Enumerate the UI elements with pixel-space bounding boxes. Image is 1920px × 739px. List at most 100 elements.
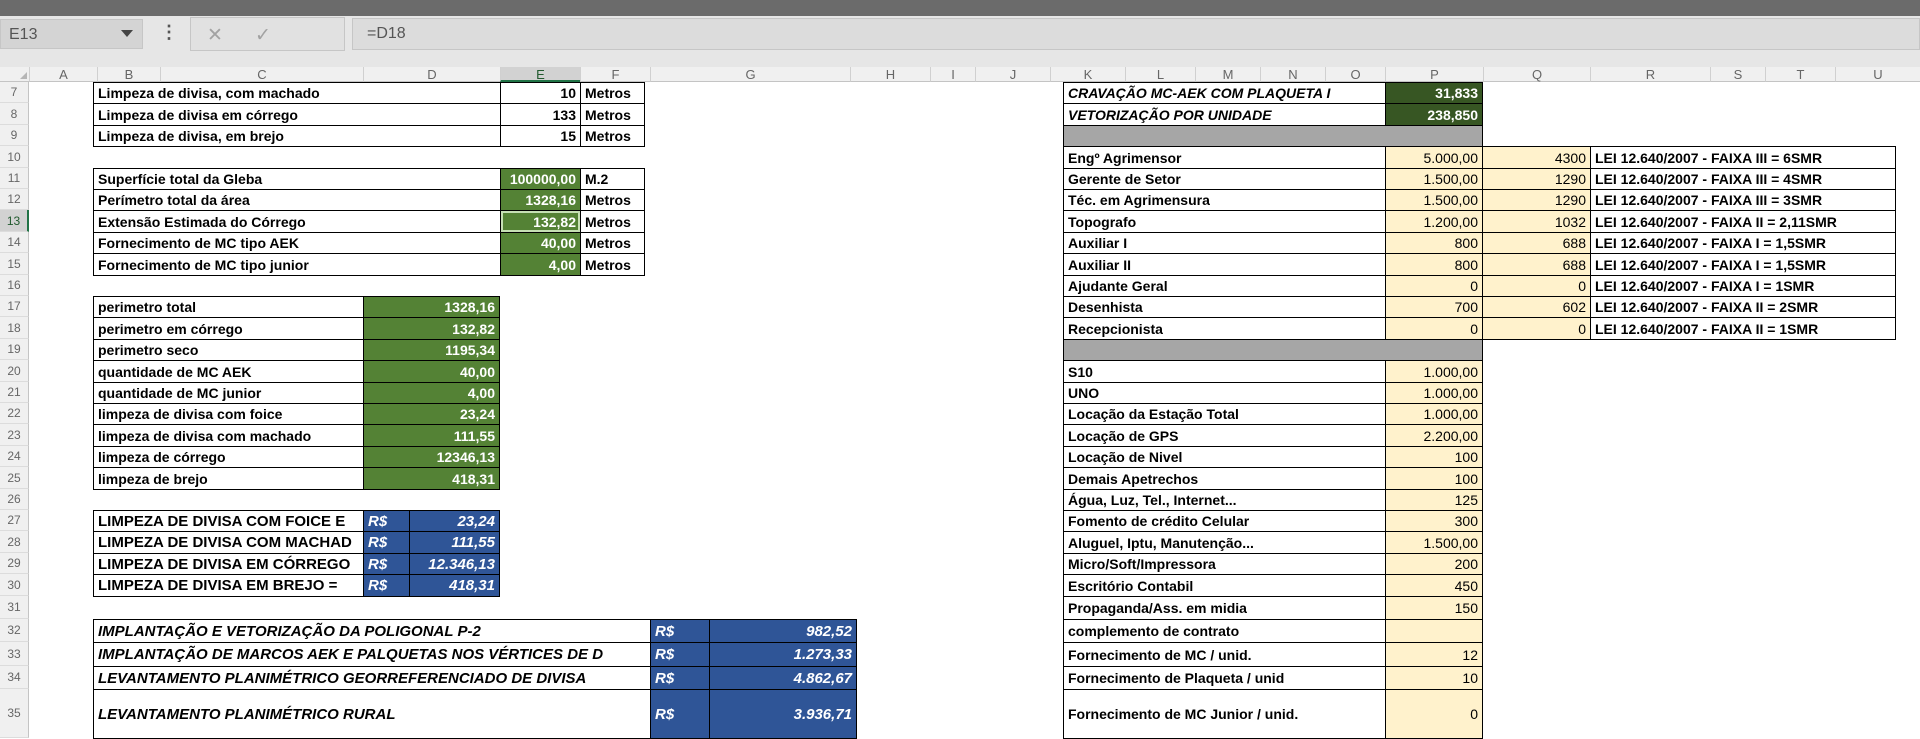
servico-value[interactable]: 3.936,71	[709, 689, 857, 739]
salario-liquido[interactable]: 0	[1482, 275, 1591, 297]
custo-label[interactable]: Locação de GPS	[1063, 424, 1386, 447]
row-header-17[interactable]: 17	[0, 296, 29, 317]
custo-label[interactable]: Água, Luz, Tel., Internet...	[1063, 489, 1386, 511]
custo-value[interactable]: 1.000,00	[1385, 382, 1483, 404]
custo-value[interactable]: 150	[1385, 596, 1483, 620]
custo-label[interactable]: Demais Apetrechos	[1063, 467, 1386, 490]
column-header-t[interactable]: T	[1765, 67, 1835, 82]
gleba-label[interactable]: Fornecimento de MC tipo junior	[93, 253, 501, 276]
limpeza-value[interactable]: 15	[500, 125, 581, 147]
servico-label[interactable]: LEVANTAMENTO PLANIMÉTRICO GEORREFERENCIA…	[93, 666, 651, 690]
salario-liquido[interactable]: 0	[1482, 317, 1591, 340]
column-header-f[interactable]: F	[580, 67, 650, 82]
currency-label[interactable]: R$	[363, 553, 410, 575]
row-header-30[interactable]: 30	[0, 574, 29, 596]
salario-label[interactable]: Ajudante Geral	[1063, 275, 1386, 297]
salario-lei[interactable]: LEI 12.640/2007 - FAIXA II = 1SMR	[1590, 317, 1896, 340]
cravacao-value[interactable]: 238,850	[1385, 103, 1483, 126]
row-header-8[interactable]: 8	[0, 103, 29, 125]
limpeza-label[interactable]: Limpeza de divisa em córrego	[93, 103, 501, 126]
row-header-10[interactable]: 10	[0, 146, 29, 168]
row-header-25[interactable]: 25	[0, 467, 29, 489]
row-header-7[interactable]: 7	[0, 82, 29, 103]
column-header-p[interactable]: P	[1385, 67, 1483, 82]
salario-value[interactable]: 800	[1385, 232, 1483, 254]
custo-value[interactable]: 300	[1385, 510, 1483, 532]
limpeza-rs-value[interactable]: 23,24	[409, 510, 500, 532]
custo-value[interactable]: 2.200,00	[1385, 424, 1483, 447]
custo-value[interactable]: 1.000,00	[1385, 403, 1483, 425]
gleba-value[interactable]: 40,00	[500, 232, 581, 254]
row-header-9[interactable]: 9	[0, 125, 29, 146]
salario-lei[interactable]: LEI 12.640/2007 - FAIXA III = 3SMR	[1590, 189, 1896, 211]
salario-value[interactable]: 0	[1385, 317, 1483, 340]
row-header-24[interactable]: 24	[0, 446, 29, 467]
salario-liquido[interactable]: 1032	[1482, 210, 1591, 233]
salario-value[interactable]: 0	[1385, 275, 1483, 297]
more-options-icon[interactable]: ⋮	[160, 22, 178, 43]
column-header-g[interactable]: G	[650, 67, 850, 82]
custo-label[interactable]: Escritório Contabil	[1063, 574, 1386, 597]
currency-label[interactable]: R$	[363, 574, 410, 597]
cancel-icon[interactable]: ✕	[207, 24, 223, 47]
gleba-unit[interactable]: M.2	[580, 168, 645, 190]
salario-lei[interactable]: LEI 12.640/2007 - FAIXA III = 4SMR	[1590, 168, 1896, 190]
custo-label[interactable]: Propaganda/Ass. em midia	[1063, 596, 1386, 620]
salario-value[interactable]: 700	[1385, 296, 1483, 318]
separator-bar[interactable]	[1063, 339, 1483, 361]
limpeza-unit[interactable]: Metros	[580, 82, 645, 104]
limpeza-value[interactable]: 133	[500, 103, 581, 126]
column-header-q[interactable]: Q	[1483, 67, 1590, 82]
row-header-14[interactable]: 14	[0, 232, 29, 253]
servico-label[interactable]: IMPLANTAÇÃO E VETORIZAÇÃO DA POLIGONAL P…	[93, 619, 651, 643]
limpeza-unit[interactable]: Metros	[580, 125, 645, 147]
row-header-20[interactable]: 20	[0, 360, 29, 382]
row-header-33[interactable]: 33	[0, 642, 29, 666]
salario-lei[interactable]: LEI 12.640/2007 - FAIXA III = 6SMR	[1590, 146, 1896, 169]
custo-label[interactable]: Fornecimento de MC / unid.	[1063, 642, 1386, 667]
gleba-unit[interactable]: Metros	[580, 232, 645, 254]
custo-value[interactable]: 12	[1385, 642, 1483, 667]
currency-label[interactable]: R$	[650, 666, 710, 690]
gleba-label[interactable]: Perímetro total da área	[93, 189, 501, 211]
servico-label[interactable]: LEVANTAMENTO PLANIMÉTRICO RURAL	[93, 689, 651, 739]
limpeza-rs-label[interactable]: LIMPEZA DE DIVISA COM MACHAD	[93, 531, 364, 554]
servico-value[interactable]: 1.273,33	[709, 642, 857, 667]
salario-value[interactable]: 1.500,00	[1385, 168, 1483, 190]
column-header-u[interactable]: U	[1835, 67, 1920, 82]
row-header-19[interactable]: 19	[0, 339, 29, 360]
salario-label[interactable]: Téc. em Agrimensura	[1063, 189, 1386, 211]
name-box[interactable]: E13	[0, 19, 143, 49]
salario-liquido[interactable]: 602	[1482, 296, 1591, 318]
gleba-value[interactable]: 100000,00	[500, 168, 581, 190]
custo-label[interactable]: Micro/Soft/Impressora	[1063, 553, 1386, 575]
limpeza-unit[interactable]: Metros	[580, 103, 645, 126]
chevron-down-icon[interactable]	[121, 30, 133, 37]
salario-lei[interactable]: LEI 12.640/2007 - FAIXA II = 2,11SMR	[1590, 210, 1896, 233]
column-header-n[interactable]: N	[1260, 67, 1325, 82]
row-header-16[interactable]: 16	[0, 275, 29, 296]
column-header-a[interactable]: A	[29, 67, 97, 82]
column-header-s[interactable]: S	[1710, 67, 1765, 82]
salario-label[interactable]: Gerente de Setor	[1063, 168, 1386, 190]
perimetro-value[interactable]: 111,55	[363, 424, 500, 447]
salario-lei[interactable]: LEI 12.640/2007 - FAIXA I = 1,5SMR	[1590, 253, 1896, 276]
currency-label[interactable]: R$	[650, 689, 710, 739]
currency-label[interactable]: R$	[650, 642, 710, 667]
column-header-e[interactable]: E	[500, 67, 580, 82]
perimetro-value[interactable]: 1328,16	[363, 296, 500, 318]
perimetro-label[interactable]: limpeza de brejo	[93, 467, 364, 490]
custo-label[interactable]: Aluguel, Iptu, Manutenção...	[1063, 531, 1386, 554]
custo-label[interactable]: complemento de contrato	[1063, 619, 1386, 643]
salario-label[interactable]: Recepcionista	[1063, 317, 1386, 340]
perimetro-value[interactable]: 40,00	[363, 360, 500, 383]
formula-input[interactable]: =D18	[352, 18, 1920, 50]
gleba-value[interactable]: 132,82	[500, 210, 581, 233]
custo-label[interactable]: Fomento de crédito Celular	[1063, 510, 1386, 532]
row-header-18[interactable]: 18	[0, 317, 29, 339]
custo-label[interactable]: Fornecimento de MC Junior / unid.	[1063, 689, 1386, 739]
limpeza-rs-value[interactable]: 12.346,13	[409, 553, 500, 575]
gleba-label[interactable]: Extensão Estimada do Córrego	[93, 210, 501, 233]
row-header-22[interactable]: 22	[0, 403, 29, 424]
limpeza-rs-value[interactable]: 111,55	[409, 531, 500, 554]
